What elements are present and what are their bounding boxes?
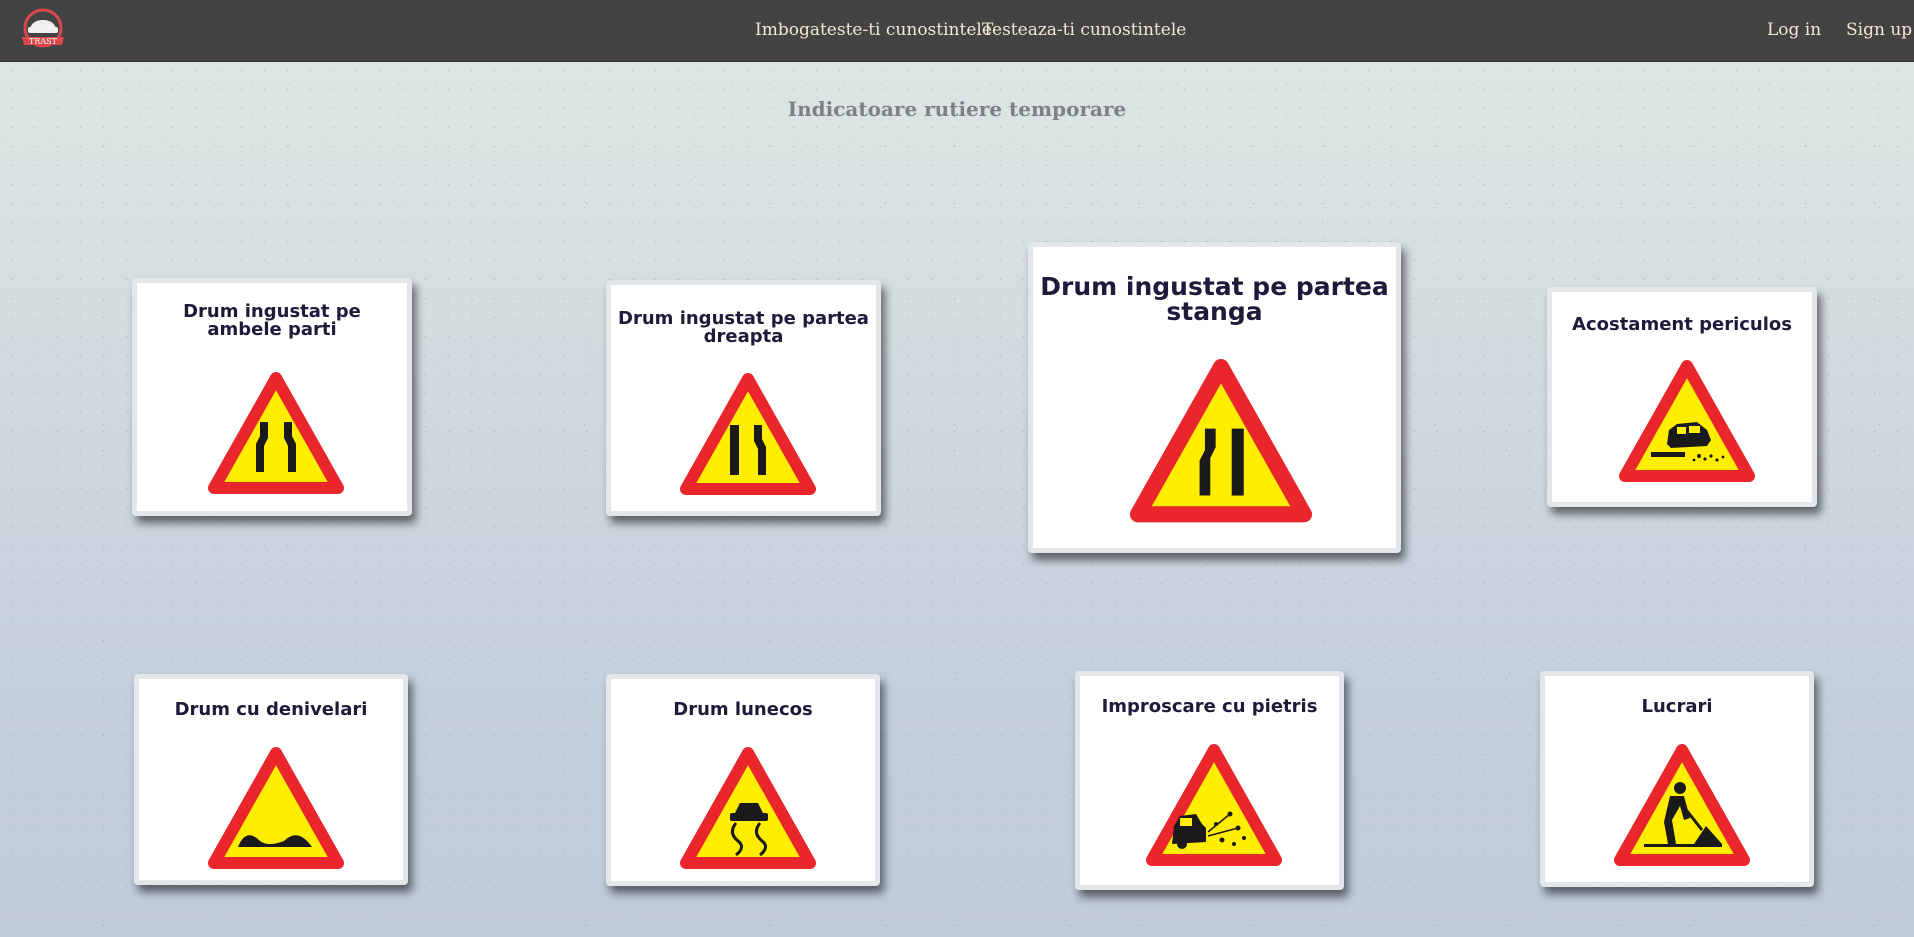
sign-card-road-works[interactable]: Lucrari bbox=[1540, 671, 1814, 887]
card-title: Improscare cu pietris bbox=[1101, 696, 1318, 717]
sign-card-uneven-road[interactable]: Drum cu denivelari bbox=[134, 674, 408, 885]
nav-learn-link[interactable]: Imbogateste-ti cunostintele bbox=[755, 20, 992, 40]
road-narrows-left-icon bbox=[1129, 359, 1313, 523]
card-title: Drum cu denivelari bbox=[174, 699, 368, 720]
page-title: Indicatoare rutiere temporare bbox=[787, 97, 1127, 121]
sign-card-dangerous-shoulder[interactable]: Acostament periculos bbox=[1547, 287, 1817, 507]
login-link[interactable]: Log in bbox=[1767, 20, 1821, 40]
sign-card-narrows-left[interactable]: Drum ingustat pe partea stanga bbox=[1028, 242, 1401, 553]
road-narrows-both-sides-icon bbox=[208, 372, 344, 494]
card-title: Drum lunecos bbox=[673, 699, 813, 720]
loose-gravel-icon bbox=[1146, 744, 1282, 866]
sign-card-narrows-both[interactable]: Drum ingustat pe ambele parti bbox=[132, 278, 412, 516]
top-navbar: TRAST Imbogateste-ti cunostintele Testea… bbox=[0, 0, 1914, 62]
card-title: Acostament periculos bbox=[1572, 314, 1792, 335]
sign-card-narrows-right[interactable]: Drum ingustat pe partea dreapta bbox=[606, 280, 881, 516]
trast-logo[interactable]: TRAST bbox=[16, 6, 70, 52]
road-narrows-right-icon bbox=[680, 373, 816, 495]
card-title: Drum ingustat pe partea dreapta bbox=[618, 308, 869, 347]
sign-card-slippery-road[interactable]: Drum lunecos bbox=[606, 674, 880, 886]
card-title: Drum ingustat pe partea stanga bbox=[1040, 272, 1389, 326]
slippery-road-icon bbox=[680, 747, 816, 869]
svg-text:TRAST: TRAST bbox=[29, 37, 58, 46]
card-title: Drum ingustat pe ambele parti bbox=[183, 301, 361, 340]
uneven-road-icon bbox=[208, 747, 344, 869]
sign-card-loose-gravel[interactable]: Improscare cu pietris bbox=[1075, 671, 1344, 890]
nav-test-link[interactable]: Testeaza-ti cunostintele bbox=[982, 20, 1186, 40]
signup-link[interactable]: Sign up bbox=[1846, 20, 1912, 40]
card-title: Lucrari bbox=[1641, 696, 1713, 717]
dangerous-shoulder-icon bbox=[1619, 360, 1755, 482]
road-works-icon bbox=[1614, 744, 1750, 866]
